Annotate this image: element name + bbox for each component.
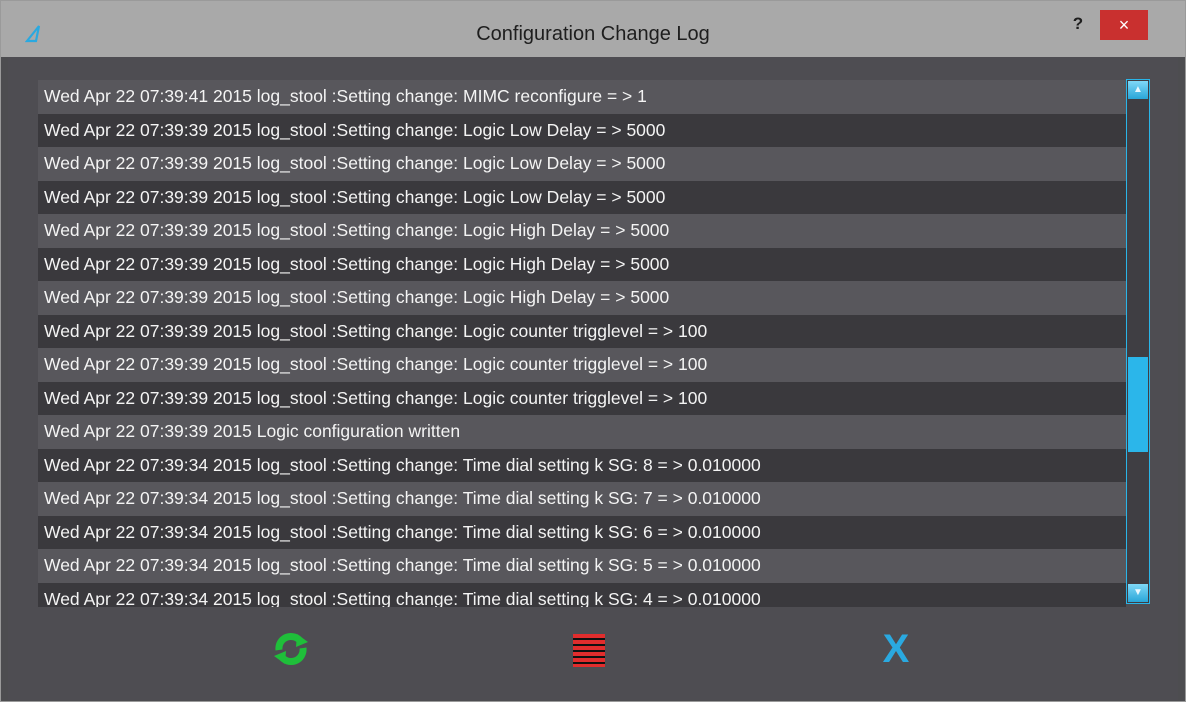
title-bar[interactable]: Configuration Change Log ? × [1, 1, 1185, 57]
scroll-down-button[interactable]: ▼ [1128, 584, 1148, 602]
log-entry[interactable]: Wed Apr 22 07:39:39 2015 log_stool :Sett… [38, 381, 1126, 415]
log-entry[interactable]: Wed Apr 22 07:39:39 2015 log_stool :Sett… [38, 247, 1126, 281]
log-entry[interactable]: Wed Apr 22 07:39:39 2015 Logic configura… [38, 415, 1126, 449]
log-entry[interactable]: Wed Apr 22 07:39:39 2015 log_stool :Sett… [38, 314, 1126, 348]
log-entry[interactable]: Wed Apr 22 07:39:39 2015 log_stool :Sett… [38, 281, 1126, 315]
close-icon[interactable]: X [876, 629, 916, 669]
log-entry[interactable]: Wed Apr 22 07:39:39 2015 log_stool :Sett… [38, 180, 1126, 214]
menu-icon[interactable] [572, 632, 606, 668]
log-entry[interactable]: Wed Apr 22 07:39:39 2015 log_stool :Sett… [38, 147, 1126, 181]
help-button[interactable]: ? [1067, 11, 1089, 37]
refresh-icon[interactable] [273, 632, 309, 666]
log-entry[interactable]: Wed Apr 22 07:39:34 2015 log_stool :Sett… [38, 448, 1126, 482]
scroll-thumb[interactable] [1128, 357, 1148, 452]
window-close-button[interactable]: × [1100, 10, 1148, 40]
content-area: Wed Apr 22 07:39:41 2015 log_stool :Sett… [8, 57, 1178, 700]
log-entry[interactable]: Wed Apr 22 07:39:39 2015 log_stool :Sett… [38, 348, 1126, 382]
log-entry[interactable]: Wed Apr 22 07:39:34 2015 log_stool :Sett… [38, 482, 1126, 516]
window-title: Configuration Change Log [476, 23, 710, 45]
scroll-up-button[interactable]: ▲ [1128, 81, 1148, 99]
log-entry[interactable]: Wed Apr 22 07:39:34 2015 log_stool :Sett… [38, 549, 1126, 583]
log-entry[interactable]: Wed Apr 22 07:39:39 2015 log_stool :Sett… [38, 113, 1126, 147]
change-log-window: Configuration Change Log ? × Wed Apr 22 … [0, 0, 1186, 702]
log-entry[interactable]: Wed Apr 22 07:39:41 2015 log_stool :Sett… [38, 80, 1126, 114]
log-entry[interactable]: Wed Apr 22 07:39:34 2015 log_stool :Sett… [38, 515, 1126, 549]
vertical-scrollbar[interactable]: ▲ ▼ [1126, 79, 1150, 604]
log-list[interactable]: Wed Apr 22 07:39:41 2015 log_stool :Sett… [38, 80, 1126, 607]
log-entry[interactable]: Wed Apr 22 07:39:34 2015 log_stool :Sett… [38, 582, 1126, 607]
log-entry[interactable]: Wed Apr 22 07:39:39 2015 log_stool :Sett… [38, 214, 1126, 248]
